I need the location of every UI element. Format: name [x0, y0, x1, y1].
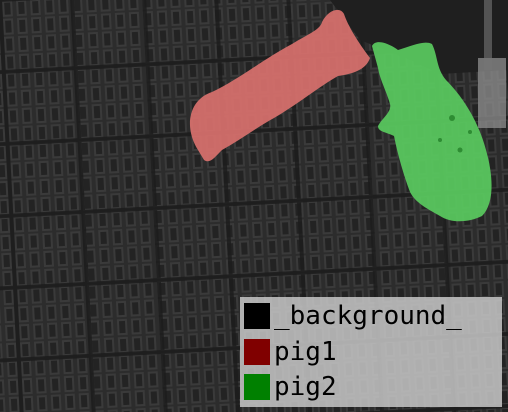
legend: _background_ pig1 pig2	[240, 297, 502, 407]
pig2-spot	[449, 115, 455, 121]
legend-item-background: _background_	[244, 299, 462, 333]
legend-swatch	[244, 374, 270, 400]
legend-item-pig1: pig1	[244, 335, 337, 369]
legend-label: pig1	[274, 337, 337, 367]
legend-label: _background_	[274, 301, 462, 331]
pig2-spot	[457, 147, 463, 153]
legend-swatch	[244, 339, 270, 365]
pig2-spot	[438, 138, 442, 142]
feeder-rail	[484, 0, 492, 70]
pig2-spot	[468, 130, 472, 134]
segmentation-view: _background_ pig1 pig2	[0, 0, 508, 412]
legend-item-pig2: pig2	[244, 370, 337, 404]
legend-swatch	[244, 303, 270, 329]
legend-label: pig2	[274, 372, 337, 402]
